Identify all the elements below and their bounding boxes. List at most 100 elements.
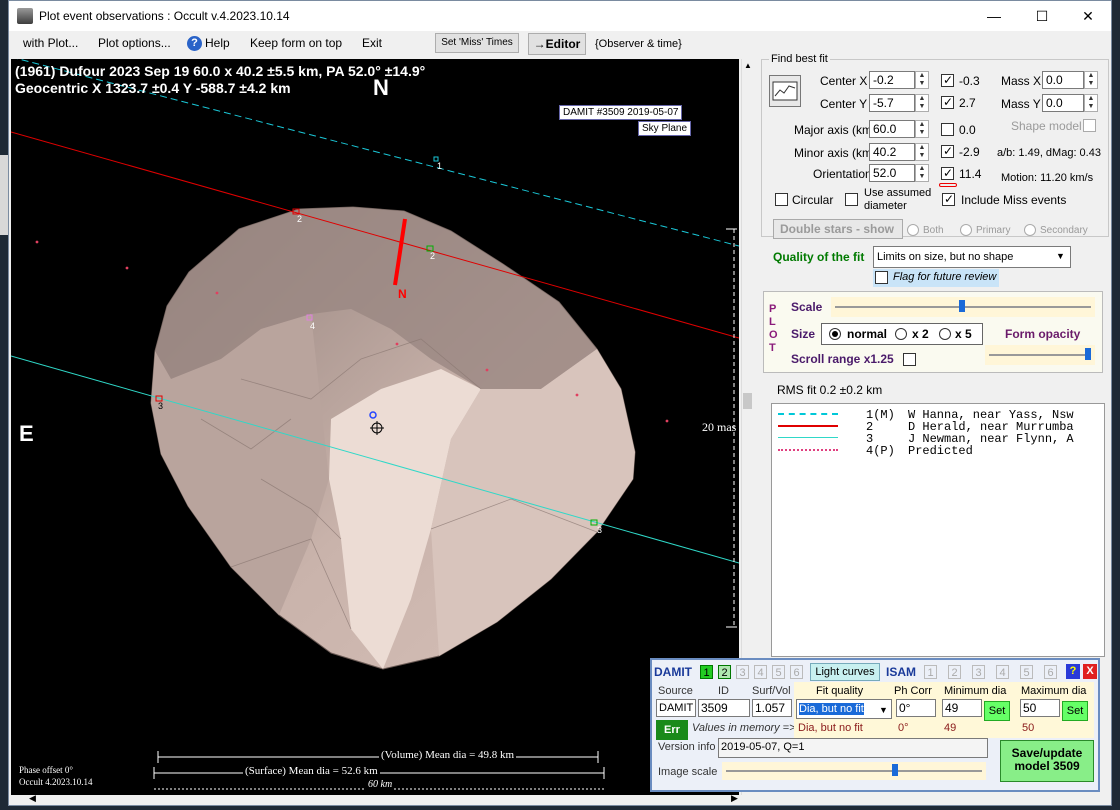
version-label: Occult 4.2023.10.14 bbox=[19, 777, 93, 787]
scroll-range-checkbox[interactable] bbox=[903, 353, 916, 366]
scale-slider-thumb[interactable] bbox=[959, 300, 965, 312]
close-icon[interactable]: ✕ bbox=[1065, 1, 1111, 31]
primary-label: Primary bbox=[976, 225, 1011, 236]
orientation-stepper[interactable]: ▲ ▼ bbox=[915, 164, 929, 182]
opacity-slider-thumb[interactable] bbox=[1085, 348, 1091, 360]
fit-center-x-checkbox[interactable] bbox=[941, 73, 954, 87]
best-fit-title: Find best fit bbox=[769, 53, 830, 65]
plot-area[interactable]: (1961) Dufour 2023 Sep 19 60.0 x 40.2 ±5… bbox=[11, 59, 739, 795]
center-x-label: Center X bbox=[820, 74, 868, 88]
list-item[interactable]: 4(P) Predicted bbox=[772, 444, 1102, 458]
motion-text: Motion: 11.20 km/s bbox=[1001, 172, 1094, 184]
light-curves-button[interactable]: Light curves bbox=[810, 663, 880, 681]
max-dia-set-button[interactable]: Set bbox=[1062, 701, 1088, 721]
center-y-input[interactable]: -5.7 bbox=[869, 94, 915, 112]
center-x-stepper[interactable]: ▲ ▼ bbox=[915, 71, 929, 89]
help-button[interactable]: ? bbox=[1066, 664, 1080, 679]
both-radio[interactable] bbox=[907, 224, 919, 236]
save-update-model-button[interactable]: Save/update model 3509 bbox=[1000, 740, 1094, 782]
major-axis-input[interactable]: 60.0 bbox=[869, 120, 915, 138]
close-panel-button[interactable]: X bbox=[1083, 664, 1097, 679]
isam-model-2[interactable]: 2 bbox=[948, 665, 961, 679]
minor-axis-stepper[interactable]: ▲ ▼ bbox=[915, 143, 929, 161]
primary-radio[interactable] bbox=[960, 224, 972, 236]
fit-quality-value: Dia, but no fit bbox=[799, 703, 864, 715]
source-field[interactable]: DAMIT bbox=[656, 699, 696, 717]
opacity-slider[interactable] bbox=[985, 345, 1095, 365]
observer-legend-list[interactable]: 1(M) W Hanna, near Yass, Nsw 2 D Herald,… bbox=[771, 403, 1105, 657]
damit-model-2[interactable]: 2 bbox=[718, 665, 731, 679]
version-info-field[interactable]: 2019-05-07, Q=1 bbox=[718, 738, 988, 758]
orientation-input[interactable]: 52.0 bbox=[869, 164, 915, 182]
min-dia-field[interactable]: 49 bbox=[942, 699, 982, 717]
max-dia-label: Maximum dia bbox=[1021, 685, 1087, 697]
double-stars-button[interactable]: Double stars - show bbox=[773, 219, 903, 239]
mem-max-value: 50 bbox=[1022, 722, 1035, 734]
observer-time-label[interactable]: {Observer & time} bbox=[595, 38, 682, 50]
shape-model-checkbox[interactable] bbox=[1083, 119, 1096, 132]
menu-with-plot[interactable]: with Plot... bbox=[23, 36, 78, 50]
sky-plane-label: Sky Plane bbox=[638, 121, 692, 136]
maximize-icon[interactable]: ☐ bbox=[1019, 1, 1065, 31]
include-miss-checkbox[interactable] bbox=[942, 192, 955, 206]
center-y-stepper[interactable]: ▲ ▼ bbox=[915, 94, 929, 112]
minimize-icon[interactable]: — bbox=[971, 1, 1017, 31]
menu-plot-options[interactable]: Plot options... bbox=[98, 36, 171, 50]
editor-button[interactable]: →Editor bbox=[528, 33, 586, 55]
use-assumed-checkbox[interactable] bbox=[845, 193, 858, 206]
id-field[interactable]: 3509 bbox=[698, 699, 750, 717]
image-scale-thumb[interactable] bbox=[892, 764, 898, 776]
damit-model-1[interactable]: 1 bbox=[700, 665, 713, 679]
mass-y-input[interactable]: 0.0 bbox=[1042, 94, 1084, 112]
isam-model-3[interactable]: 3 bbox=[972, 665, 985, 679]
center-x-input[interactable]: -0.2 bbox=[869, 71, 915, 89]
scroll-right-icon[interactable]: ▶ bbox=[731, 793, 738, 804]
chevron-down-icon: ▼ bbox=[1056, 251, 1065, 261]
menu-help[interactable]: Help bbox=[205, 36, 230, 50]
set-miss-times-button[interactable]: Set 'Miss' Times bbox=[435, 33, 519, 53]
plot-horizontal-scrollbar[interactable]: ◀ ▶ bbox=[11, 793, 741, 805]
secondary-radio[interactable] bbox=[1024, 224, 1036, 236]
err-button[interactable]: Err bbox=[656, 720, 688, 740]
fit-center-y-checkbox[interactable] bbox=[941, 95, 954, 109]
scroll-left-icon[interactable]: ◀ bbox=[29, 793, 36, 804]
mass-x-input[interactable]: 0.0 bbox=[1042, 71, 1084, 89]
min-dia-set-button[interactable]: Set bbox=[984, 701, 1010, 721]
menu-exit[interactable]: Exit bbox=[362, 36, 382, 50]
fit-major-checkbox[interactable] bbox=[941, 123, 954, 136]
menu-keep-on-top[interactable]: Keep form on top bbox=[250, 36, 342, 50]
fit-orientation-checkbox[interactable] bbox=[941, 166, 954, 180]
size-x5-radio[interactable] bbox=[939, 328, 951, 340]
isam-model-4[interactable]: 4 bbox=[996, 665, 1009, 679]
damit-model-4[interactable]: 4 bbox=[754, 665, 767, 679]
scroll-thumb[interactable] bbox=[743, 393, 752, 409]
image-scale-slider[interactable] bbox=[722, 762, 986, 780]
circular-checkbox[interactable] bbox=[775, 193, 788, 206]
scale-slider[interactable] bbox=[831, 297, 1095, 317]
fit-minor-checkbox[interactable] bbox=[941, 144, 954, 158]
mass-y-stepper[interactable]: ▲ ▼ bbox=[1084, 94, 1098, 112]
damit-label: DAMIT #3509 2019-05-07 bbox=[559, 105, 683, 120]
fit-chart-button[interactable] bbox=[769, 75, 801, 107]
major-axis-stepper[interactable]: ▲ ▼ bbox=[915, 120, 929, 138]
flag-review-checkbox[interactable] bbox=[875, 271, 888, 284]
damit-model-6[interactable]: 6 bbox=[790, 665, 803, 679]
damit-model-3[interactable]: 3 bbox=[736, 665, 749, 679]
mass-x-stepper[interactable]: ▲ ▼ bbox=[1084, 71, 1098, 89]
minor-axis-input[interactable]: 40.2 bbox=[869, 143, 915, 161]
fit-center-x-value: -0.3 bbox=[959, 74, 980, 88]
km-scale-label: 60 km bbox=[366, 779, 395, 790]
max-dia-field[interactable]: 50 bbox=[1020, 699, 1060, 717]
surfvol-field[interactable]: 1.057 bbox=[752, 699, 792, 717]
ph-corr-field[interactable]: 0° bbox=[896, 699, 936, 717]
scroll-up-icon[interactable]: ▲ bbox=[744, 61, 752, 70]
isam-model-6[interactable]: 6 bbox=[1044, 665, 1057, 679]
size-x2-radio[interactable] bbox=[895, 328, 907, 340]
fit-quality-select[interactable]: Dia, but no fit ▼ bbox=[796, 699, 892, 719]
isam-model-1[interactable]: 1 bbox=[924, 665, 937, 679]
help-icon[interactable]: ? bbox=[187, 36, 202, 51]
size-normal-radio[interactable] bbox=[829, 328, 841, 340]
quality-fit-select[interactable]: Limits on size, but no shape ▼ bbox=[873, 246, 1071, 268]
isam-model-5[interactable]: 5 bbox=[1020, 665, 1033, 679]
damit-model-5[interactable]: 5 bbox=[772, 665, 785, 679]
